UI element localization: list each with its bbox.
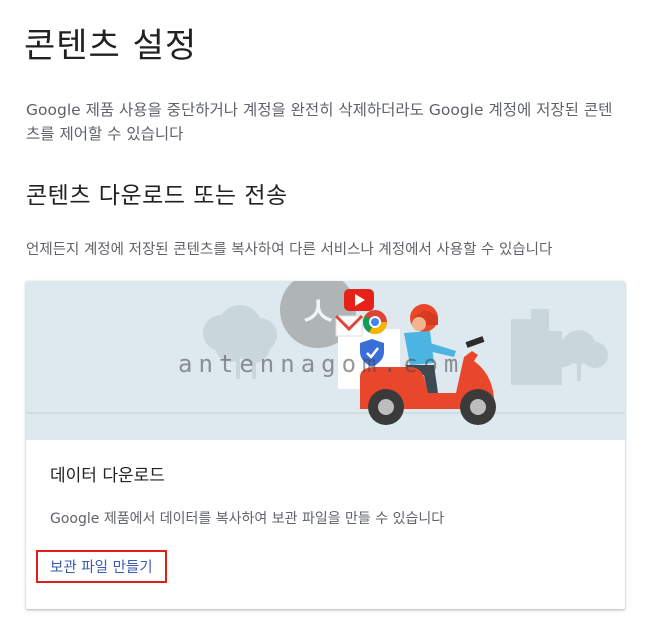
page-intro-text: Google 제품 사용을 중단하거나 계정을 완전히 삭제하더라도 Googl… bbox=[26, 101, 613, 143]
gmail-icon bbox=[334, 314, 364, 337]
section-title: 콘텐츠 다운로드 또는 전송 bbox=[26, 183, 288, 209]
card-description: Google 제품에서 데이터를 복사하여 보관 파일을 만들 수 있습니다 bbox=[50, 511, 445, 527]
download-data-card: ㅅ 데이터 다운로드 Google 제품에서 데이터를 복사하여 보관 파일을 … bbox=[26, 281, 625, 609]
chrome-icon bbox=[363, 310, 387, 335]
section-description: 언제든지 계정에 저장된 콘텐츠를 복사하여 다른 서비스나 계정에서 사용할 … bbox=[26, 242, 553, 258]
watermark-text: antennagom.com bbox=[178, 350, 465, 378]
card-title: 데이터 다운로드 bbox=[50, 466, 165, 486]
youtube-icon bbox=[344, 289, 374, 311]
create-archive-link[interactable]: 보관 파일 만들기 bbox=[36, 550, 167, 583]
watermark-logo-char: ㅅ bbox=[298, 287, 338, 338]
page-title: 콘텐츠 설정 bbox=[24, 26, 198, 66]
buildings bbox=[511, 309, 562, 385]
